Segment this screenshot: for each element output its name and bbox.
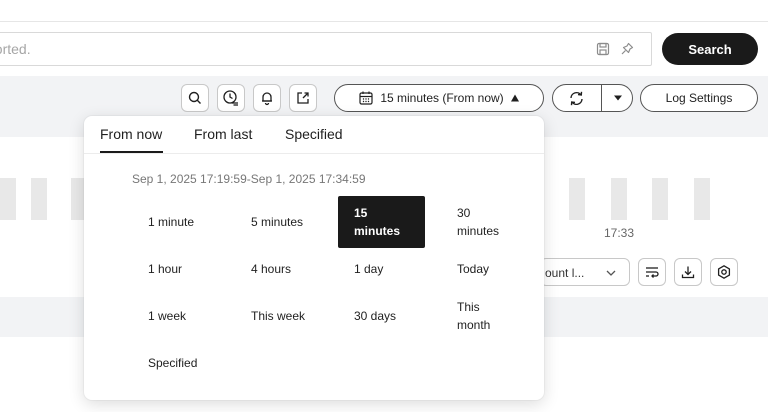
option-today[interactable]: Today bbox=[441, 243, 528, 295]
time-range-text: Sep 1, 2025 17:19:59-Sep 1, 2025 17:34:5… bbox=[132, 172, 366, 186]
option-4-hours[interactable]: 4 hours bbox=[235, 243, 322, 295]
search-icon[interactable] bbox=[181, 84, 209, 112]
histogram-bar bbox=[31, 178, 47, 220]
option-this-week[interactable]: This week bbox=[235, 290, 322, 342]
log-settings-button[interactable]: Log Settings bbox=[640, 84, 758, 112]
refresh-control bbox=[552, 84, 633, 112]
search-bar-area: Search bbox=[0, 22, 768, 76]
time-range-button[interactable]: 15 minutes (From now) bbox=[334, 84, 544, 112]
caret-up-icon bbox=[510, 93, 520, 103]
count-select-label: ount l... bbox=[545, 266, 585, 280]
search-button[interactable]: Search bbox=[662, 33, 758, 65]
download-icon[interactable] bbox=[674, 258, 702, 286]
tab-from-last[interactable]: From last bbox=[194, 126, 252, 142]
history-icon[interactable] bbox=[217, 84, 245, 112]
wrap-lines-icon[interactable] bbox=[638, 258, 666, 286]
histogram-bar bbox=[611, 178, 627, 220]
top-strip bbox=[0, 0, 768, 22]
histogram-bar bbox=[0, 178, 16, 220]
caret-down-icon[interactable] bbox=[613, 94, 623, 102]
refresh-divider bbox=[601, 85, 602, 111]
time-range-label: 15 minutes (From now) bbox=[380, 91, 504, 105]
option-5-minutes[interactable]: 5 minutes bbox=[235, 196, 322, 248]
active-tab-indicator bbox=[100, 151, 163, 153]
option-specified[interactable]: Specified bbox=[132, 337, 219, 389]
option-1-hour[interactable]: 1 hour bbox=[132, 243, 219, 295]
search-input-container bbox=[0, 32, 652, 66]
save-icon[interactable] bbox=[595, 41, 611, 57]
histogram-bar bbox=[694, 178, 710, 220]
option-30-minutes[interactable]: 30 minutes bbox=[441, 196, 528, 248]
tab-from-now[interactable]: From now bbox=[100, 126, 162, 142]
share-icon[interactable] bbox=[289, 84, 317, 112]
histogram-bar bbox=[569, 178, 585, 220]
option-1-day[interactable]: 1 day bbox=[338, 243, 425, 295]
bell-icon[interactable] bbox=[253, 84, 281, 112]
gear-icon[interactable] bbox=[710, 258, 738, 286]
tab-specified[interactable]: Specified bbox=[285, 126, 343, 142]
option-1-minute[interactable]: 1 minute bbox=[132, 196, 219, 248]
option-30-days[interactable]: 30 days bbox=[338, 290, 425, 342]
calendar-icon bbox=[358, 90, 374, 106]
histogram-bar bbox=[652, 178, 668, 220]
pin-icon[interactable] bbox=[619, 41, 635, 57]
chevron-down-icon bbox=[606, 270, 616, 276]
option-this-month[interactable]: This month bbox=[441, 290, 528, 342]
count-select[interactable]: ount l... bbox=[540, 258, 630, 286]
option-15-minutes[interactable]: 15 minutes bbox=[338, 196, 425, 248]
histogram-time-label: 17:33 bbox=[604, 226, 635, 240]
refresh-icon[interactable] bbox=[568, 90, 585, 107]
search-input[interactable] bbox=[0, 33, 579, 65]
option-1-week[interactable]: 1 week bbox=[132, 290, 219, 342]
time-picker-tabs: From now From last Specified bbox=[84, 116, 544, 154]
time-picker-dropdown: From now From last Specified Sep 1, 2025… bbox=[84, 116, 544, 400]
